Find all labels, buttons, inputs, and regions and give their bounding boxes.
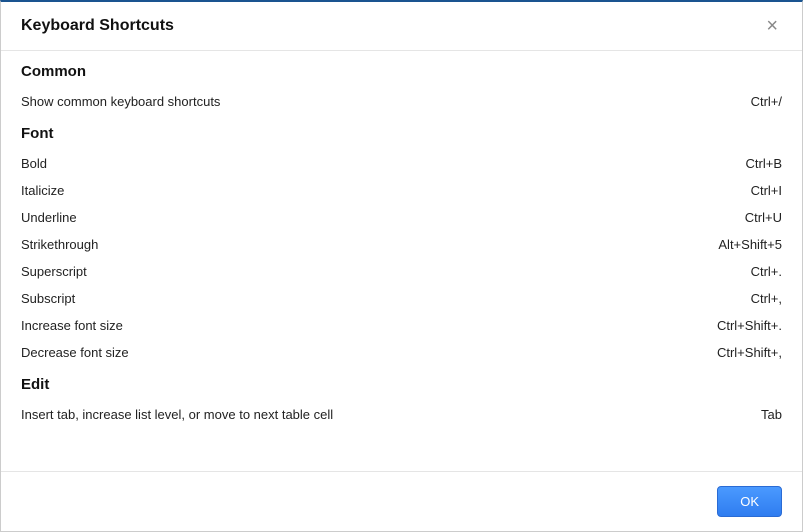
- shortcut-label: Strikethrough: [21, 237, 718, 252]
- shortcut-row: Show common keyboard shortcutsCtrl+/: [21, 88, 782, 115]
- shortcut-row: SuperscriptCtrl+.: [21, 258, 782, 285]
- shortcut-row: Increase font sizeCtrl+Shift+.: [21, 312, 782, 339]
- ok-button[interactable]: OK: [717, 486, 782, 517]
- shortcut-key: Ctrl+Shift+.: [717, 318, 782, 333]
- shortcut-key: Ctrl+I: [751, 183, 782, 198]
- dialog-footer: OK: [1, 471, 802, 531]
- shortcut-key: Ctrl+.: [751, 264, 782, 279]
- shortcut-key: Ctrl+Shift+,: [717, 345, 782, 360]
- shortcut-key: Ctrl+B: [746, 156, 782, 171]
- shortcut-label: Bold: [21, 156, 746, 171]
- shortcut-row: UnderlineCtrl+U: [21, 204, 782, 231]
- keyboard-shortcuts-dialog: Keyboard Shortcuts × Common Show common k…: [0, 0, 803, 532]
- shortcut-row: StrikethroughAlt+Shift+5: [21, 231, 782, 258]
- shortcut-label: Show common keyboard shortcuts: [21, 94, 751, 109]
- shortcut-row: ItalicizeCtrl+I: [21, 177, 782, 204]
- shortcut-key: Tab: [761, 407, 782, 422]
- close-button[interactable]: ×: [762, 16, 782, 36]
- shortcut-row: BoldCtrl+B: [21, 150, 782, 177]
- shortcut-row: Decrease font sizeCtrl+Shift+,: [21, 339, 782, 366]
- shortcut-label: Decrease font size: [21, 345, 717, 360]
- section-heading: Edit: [21, 376, 782, 393]
- section-heading: Common: [21, 63, 782, 80]
- dialog-body[interactable]: CommonShow common keyboard shortcutsCtrl…: [1, 51, 802, 471]
- dialog-header: Keyboard Shortcuts ×: [1, 2, 802, 51]
- shortcut-row: SubscriptCtrl+,: [21, 285, 782, 312]
- shortcut-label: Italicize: [21, 183, 751, 198]
- dialog-title: Keyboard Shortcuts: [21, 17, 174, 35]
- shortcut-label: Insert tab, increase list level, or move…: [21, 407, 761, 422]
- shortcut-label: Subscript: [21, 291, 751, 306]
- shortcut-label: Increase font size: [21, 318, 717, 333]
- shortcut-row: Insert tab, increase list level, or move…: [21, 401, 782, 428]
- shortcut-label: Superscript: [21, 264, 751, 279]
- shortcut-key: Alt+Shift+5: [718, 237, 782, 252]
- close-icon: ×: [766, 15, 778, 37]
- section-heading: Font: [21, 125, 782, 142]
- shortcut-key: Ctrl+/: [751, 94, 782, 109]
- shortcut-key: Ctrl+U: [745, 210, 782, 225]
- shortcut-label: Underline: [21, 210, 745, 225]
- shortcut-key: Ctrl+,: [751, 291, 782, 306]
